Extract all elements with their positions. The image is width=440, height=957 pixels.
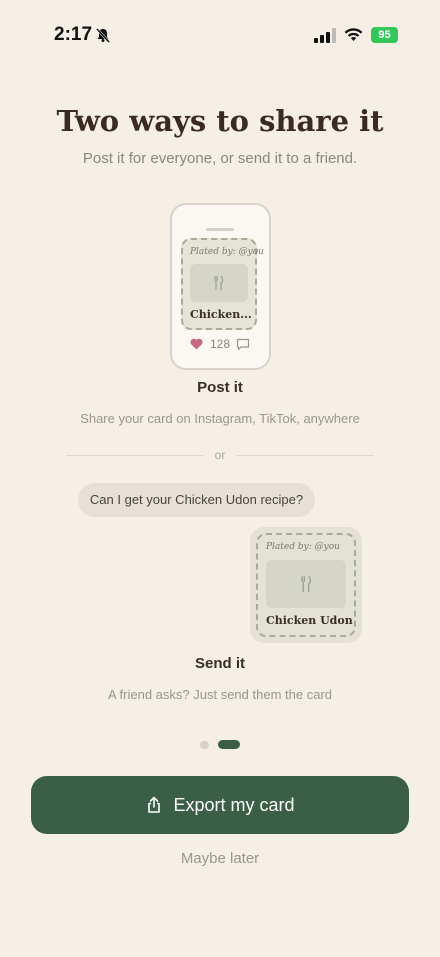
message-bubble: Can I get your Chicken Udon recipe? — [78, 483, 315, 517]
maybe-later-button[interactable]: Maybe later — [0, 850, 440, 867]
page-dot-1[interactable] — [200, 741, 209, 749]
signal-icon — [314, 28, 336, 43]
export-card-button[interactable]: Export my card — [31, 776, 409, 834]
comment-icon — [236, 338, 250, 351]
post-it-description: Share your card on Instagram, TikTok, an… — [80, 411, 360, 426]
send-it-heading: Send it — [194, 655, 245, 672]
divider-line-left — [66, 455, 204, 456]
send-card-name: Chicken Udon — [266, 614, 353, 627]
post-it-heading: Post it — [197, 379, 243, 396]
divider-line-right — [236, 455, 374, 456]
post-card-name: Chicken... — [190, 308, 252, 321]
battery-indicator: 95 — [371, 27, 398, 43]
silent-bell-icon — [96, 28, 110, 43]
send-card-plated-by: Plated by: @you — [266, 542, 340, 552]
fork-knife-icon — [190, 264, 248, 302]
post-card-plated-by: Plated by: @you — [190, 247, 264, 257]
fork-knife-icon — [266, 560, 346, 608]
page-subtitle: Post it for everyone, or send it to a fr… — [82, 150, 358, 167]
page-title: Two ways to share it — [56, 104, 384, 138]
divider-or: or — [214, 448, 226, 462]
page-dot-2-active[interactable] — [218, 740, 240, 749]
export-card-label: Export my card — [173, 794, 295, 815]
likes-count: 128 — [210, 337, 231, 351]
phone-notch — [206, 228, 234, 231]
wifi-icon — [344, 28, 363, 41]
share-icon — [148, 796, 161, 813]
heart-icon — [190, 338, 203, 350]
status-time: 2:17 — [54, 24, 93, 45]
send-it-description: A friend asks? Just send them the card — [107, 687, 332, 702]
